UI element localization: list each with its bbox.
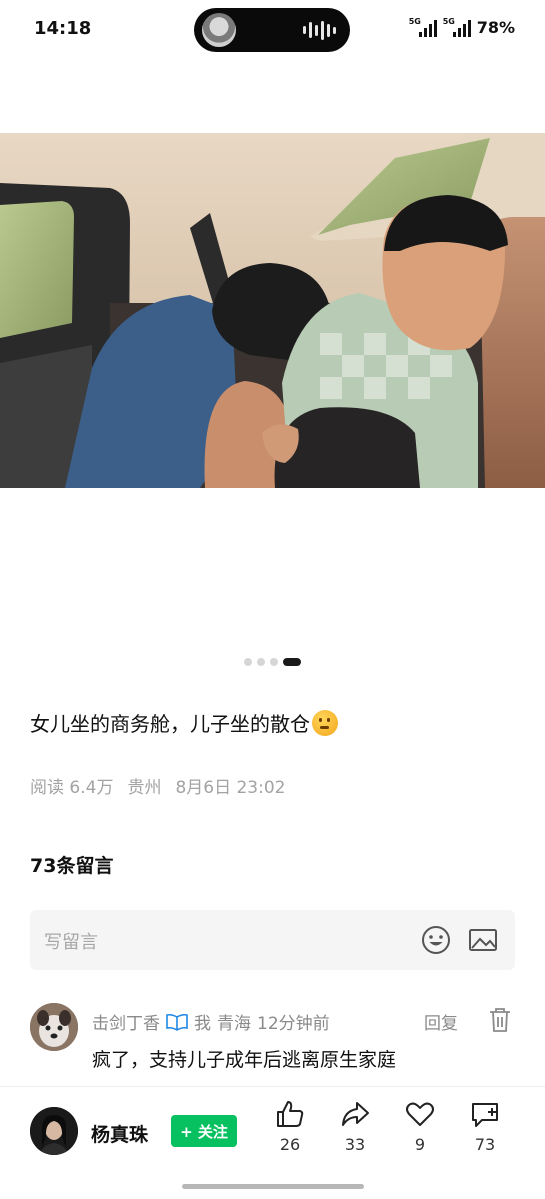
image-upload-icon[interactable] <box>467 924 499 956</box>
follow-button[interactable]: + 关注 <box>171 1115 237 1147</box>
comment-text: 疯了，支持儿子成年后逃离原生家庭 <box>92 1049 397 1071</box>
pager-dot[interactable] <box>270 658 278 666</box>
author-avatar[interactable] <box>30 1107 78 1155</box>
dynamic-island[interactable] <box>194 8 350 52</box>
photo-image <box>0 133 545 488</box>
cellular-signal-icon: 5G <box>409 17 437 37</box>
thumbs-up-icon <box>277 1101 304 1127</box>
pager-dot-active[interactable] <box>283 658 301 666</box>
cellular-signal-icon: 5G <box>443 17 471 37</box>
commenter-avatar[interactable] <box>30 1003 78 1051</box>
comment-location: 青海 <box>217 1014 251 1034</box>
emoji-picker-icon[interactable] <box>420 924 452 956</box>
thinking-face-emoji-icon <box>312 710 338 736</box>
comment-time: 12分钟前 <box>257 1014 330 1034</box>
share-button[interactable]: 33 <box>335 1099 375 1154</box>
home-indicator[interactable] <box>182 1184 364 1189</box>
comment-add-icon <box>472 1103 498 1127</box>
comment-header: 击剑丁香 我 青海 12分钟前 <box>92 1009 330 1034</box>
comment-input-placeholder: 写留言 <box>44 932 98 953</box>
like-button[interactable]: 26 <box>270 1099 310 1154</box>
favorite-count: 9 <box>414 1135 426 1154</box>
share-count: 33 <box>344 1135 366 1154</box>
comments-count-title: 73条留言 <box>30 855 114 877</box>
author-avatar-image <box>30 1107 78 1155</box>
reply-button[interactable]: 回复 <box>424 1009 458 1034</box>
comment-me-label: 我 <box>194 1014 211 1034</box>
comment-input[interactable]: 写留言 <box>30 910 515 970</box>
audio-waveform-icon <box>303 20 336 40</box>
post-photo[interactable] <box>0 133 545 488</box>
comment-item: 击剑丁香 我 青海 12分钟前 回复 疯了，支持儿子成年后逃离原生家庭 <box>30 1003 520 1075</box>
comment-count: 73 <box>474 1135 496 1154</box>
image-pager[interactable] <box>0 658 545 666</box>
read-count: 阅读 6.4万 <box>30 778 114 798</box>
dog-avatar-image <box>30 1003 78 1051</box>
status-indicators: 5G 5G 78% <box>409 17 515 38</box>
favorite-button[interactable]: 9 <box>400 1099 440 1154</box>
heart-icon <box>406 1102 434 1126</box>
comment-button[interactable]: 73 <box>465 1099 505 1154</box>
like-count: 26 <box>279 1135 301 1154</box>
share-arrow-icon <box>342 1102 369 1126</box>
post-location: 贵州 <box>127 778 162 798</box>
pager-dot[interactable] <box>244 658 252 666</box>
post-text: 女儿坐的商务舱，儿子坐的散仓 <box>30 708 338 737</box>
pager-dot[interactable] <box>257 658 265 666</box>
status-time: 14:18 <box>34 18 92 39</box>
post-meta: 阅读 6.4万 贵州 8月6日 23:02 <box>30 773 285 798</box>
island-avatar <box>202 13 236 47</box>
comment-author[interactable]: 击剑丁香 <box>92 1009 160 1034</box>
author-name[interactable]: 杨真珠 <box>91 1120 148 1147</box>
author-action-bar: 杨真珠 + 关注 26 33 9 73 <box>0 1086 545 1199</box>
battery-percentage: 78% <box>476 18 515 37</box>
post-datetime: 8月6日 23:02 <box>175 778 286 798</box>
post-text-content: 女儿坐的商务舱，儿子坐的散仓 <box>30 712 310 736</box>
open-book-icon <box>166 1013 188 1031</box>
status-bar: 14:18 5G 5G 78% <box>0 0 545 60</box>
trash-icon[interactable] <box>488 1007 512 1033</box>
